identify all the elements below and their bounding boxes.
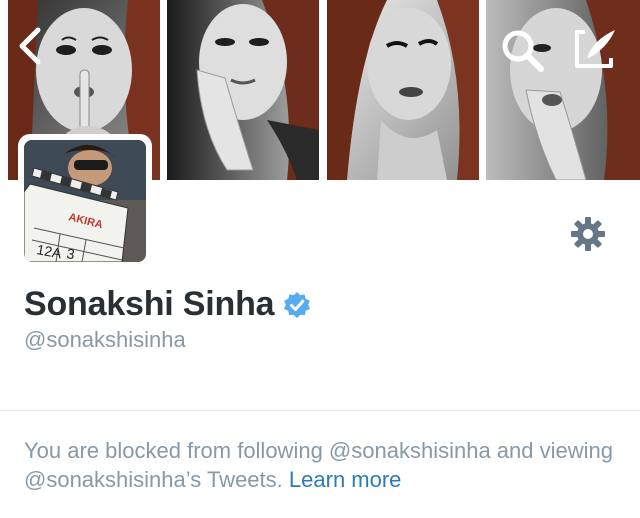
compose-icon[interactable] — [573, 26, 619, 70]
search-icon[interactable] — [498, 26, 546, 74]
profile-handle: @sonakshisinha — [24, 327, 186, 352]
blocked-notice: You are blocked from following @sonakshi… — [24, 436, 624, 494]
header-photo-3 — [327, 0, 479, 180]
verified-badge-icon — [284, 292, 311, 318]
avatar-image: AKIRA 12A 3 — [24, 140, 146, 262]
avatar[interactable]: AKIRA 12A 3 — [18, 134, 152, 268]
chevron-left-icon[interactable] — [14, 26, 48, 66]
profile-name: Sonakshi Sinha — [24, 284, 275, 323]
divider — [0, 410, 640, 411]
profile-name-row: Sonakshi Sinha — [24, 284, 311, 324]
gear-icon[interactable] — [569, 215, 607, 253]
header-photo-2 — [167, 0, 319, 180]
learn-more-link[interactable]: Learn more — [289, 467, 402, 492]
